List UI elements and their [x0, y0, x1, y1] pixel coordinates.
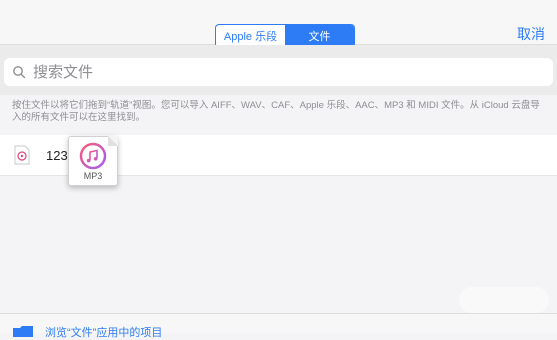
search-bar[interactable]	[4, 58, 553, 86]
cancel-button[interactable]: 取消	[517, 24, 545, 44]
drag-preview[interactable]: MP3	[68, 136, 118, 186]
folder-icon	[13, 326, 33, 337]
browse-files-label: 浏览“文件”应用中的项目	[45, 327, 163, 339]
drag-preview-label: MP3	[83, 171, 103, 181]
page-fold	[108, 136, 118, 146]
import-hint-text: 按住文件以将它们拖到“轨道”视图。您可以导入 AIFF、WAV、CAF、Appl…	[12, 100, 540, 123]
tab-files[interactable]: 文件	[285, 25, 354, 47]
search-icon	[13, 66, 26, 79]
search-bar-container	[0, 45, 557, 95]
tab-apple-loops[interactable]: Apple 乐段	[216, 25, 285, 47]
search-input[interactable]	[31, 62, 515, 82]
music-note-icon	[79, 142, 107, 170]
top-bar: Apple 乐段 文件 取消	[0, 0, 557, 48]
browse-files-row[interactable]: 浏览“文件”应用中的项目	[0, 314, 557, 339]
watermark	[459, 287, 549, 313]
audio-file-icon	[14, 145, 30, 165]
